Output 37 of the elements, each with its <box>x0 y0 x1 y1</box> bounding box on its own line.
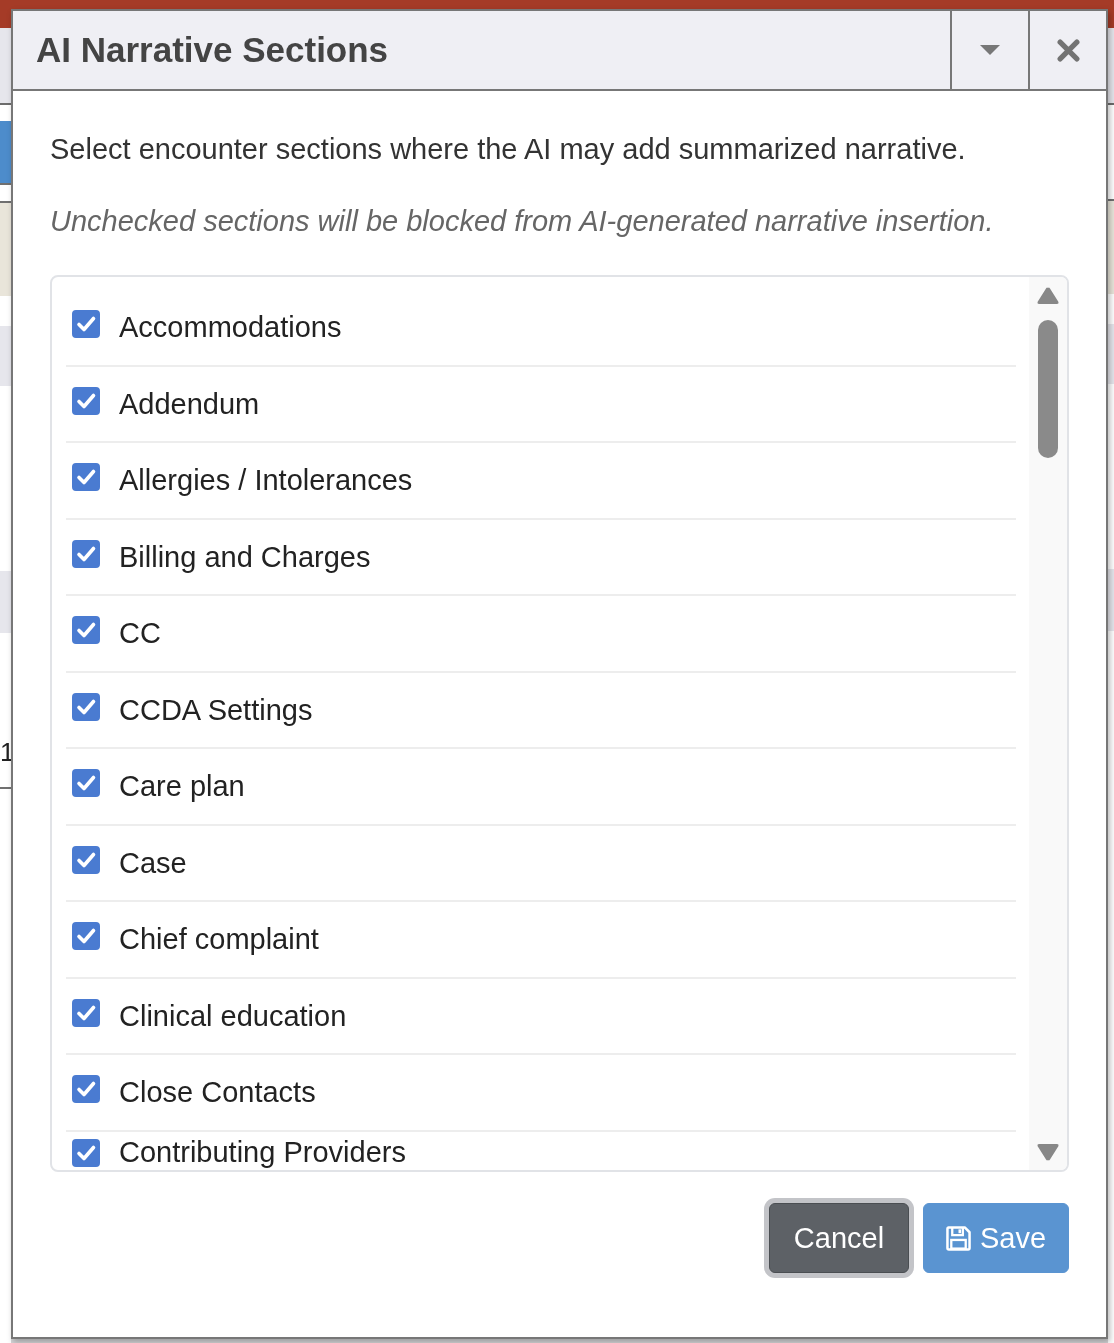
note-text: Unchecked sections will be blocked from AI-generated narrative insertion. <box>50 204 995 239</box>
section-label[interactable]: Chief complaint <box>119 922 319 957</box>
checkbox[interactable] <box>72 1138 100 1167</box>
section-label[interactable]: CC <box>119 616 161 651</box>
section-label[interactable]: Accommodations <box>119 310 342 345</box>
scrollbar[interactable] <box>1029 277 1067 1170</box>
section-label[interactable]: Case <box>119 845 187 880</box>
checkbox[interactable] <box>72 845 100 874</box>
scroll-down-icon[interactable] <box>1037 1144 1059 1161</box>
close-icon <box>1056 38 1080 62</box>
checkbox[interactable] <box>72 386 100 415</box>
page-row <box>0 326 11 386</box>
scroll-up-icon[interactable] <box>1037 287 1059 304</box>
page-row <box>1108 324 1114 384</box>
section-label[interactable]: Care plan <box>119 769 245 804</box>
dialog-title: AI Narrative Sections <box>35 29 390 71</box>
checkbox[interactable] <box>72 922 100 951</box>
checkbox[interactable] <box>72 539 100 568</box>
checkbox[interactable] <box>72 998 100 1027</box>
page-row <box>1108 569 1114 631</box>
checkbox[interactable] <box>72 310 100 339</box>
caret-icon <box>980 45 1000 55</box>
page-row <box>0 571 11 633</box>
scrollbar-thumb[interactable] <box>1038 320 1058 458</box>
checkbox[interactable] <box>72 1075 100 1104</box>
checkbox[interactable] <box>72 616 100 645</box>
section-label[interactable]: Allergies / Intolerances <box>119 463 413 498</box>
instruction-text: Select encounter sections where the AI may add summarized narrative. <box>50 132 967 167</box>
section-label[interactable]: CCDA Settings <box>119 692 313 727</box>
checkbox[interactable] <box>72 463 100 492</box>
checkbox[interactable] <box>72 769 100 798</box>
section-label[interactable]: Billing and Charges <box>119 539 371 574</box>
section-label[interactable]: Contributing Providers <box>119 1134 406 1169</box>
section-label[interactable]: Clinical education <box>119 998 347 1033</box>
checkbox[interactable] <box>72 692 100 721</box>
section-label[interactable]: Addendum <box>119 386 260 421</box>
section-label[interactable]: Close Contacts <box>119 1075 316 1110</box>
